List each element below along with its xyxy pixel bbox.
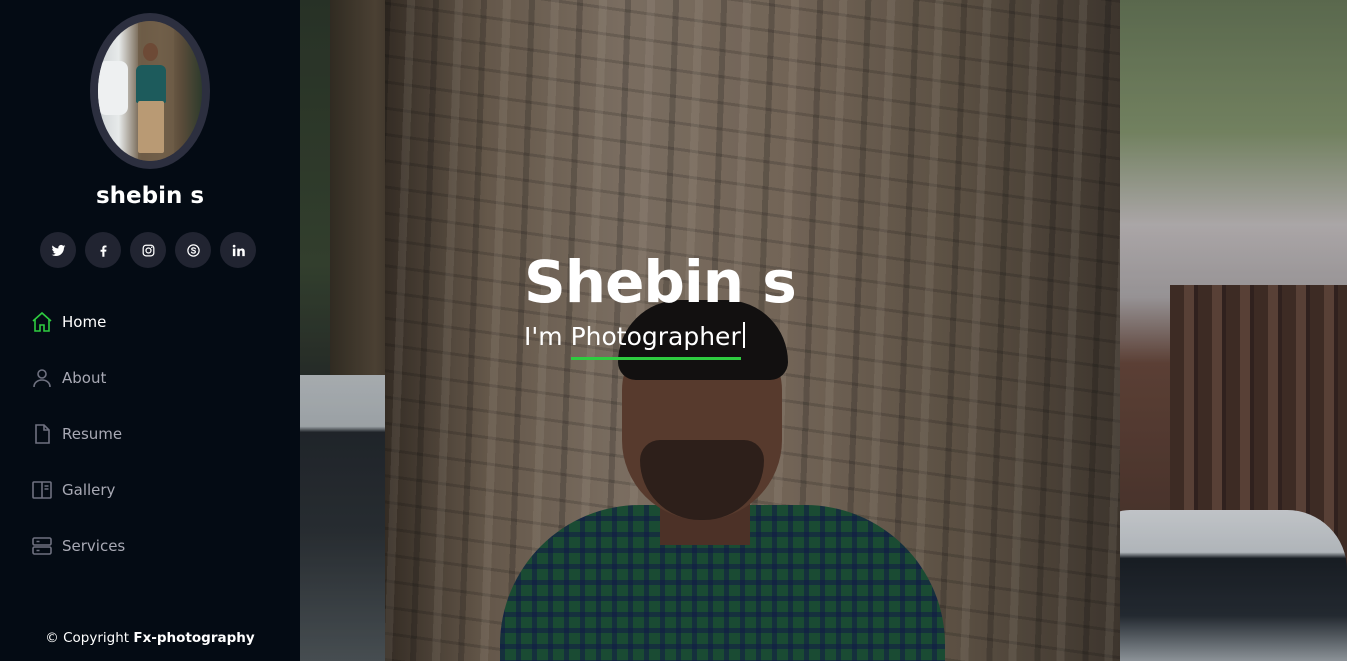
hero-text: Shebin s I'm Photographer (524, 246, 797, 360)
twitter-link[interactable] (40, 232, 76, 268)
hero-overlay (300, 0, 1347, 661)
hero-title: Shebin s (524, 248, 797, 316)
nav-item-services[interactable]: Services (30, 530, 270, 562)
linkedin-icon (232, 244, 245, 256)
hero-typed-text: Photographer (570, 320, 741, 360)
file-icon (35, 424, 50, 444)
copyright-prefix: © Copyright (45, 630, 130, 646)
nav-item-home[interactable]: Home (30, 306, 270, 338)
gallery-icon (32, 481, 52, 499)
skype-icon (186, 243, 200, 257)
facebook-icon (100, 245, 106, 257)
nav-item-label: Home (62, 313, 107, 331)
instagram-icon (142, 244, 154, 256)
nav-item-resume[interactable]: Resume (30, 418, 270, 450)
copyright-brand: Fx-photography (133, 630, 255, 646)
nav-item-label: Resume (62, 425, 123, 443)
person-icon (33, 369, 51, 388)
server-icon (32, 537, 52, 555)
profile-avatar-frame (90, 13, 210, 169)
hero-section: Shebin s I'm Photographer (300, 0, 1347, 661)
nav-item-label: About (62, 369, 107, 387)
instagram-link[interactable] (130, 232, 166, 268)
nav-item-gallery[interactable]: Gallery (30, 474, 270, 506)
hero-subtitle: I'm Photographer (524, 320, 745, 360)
skype-link[interactable] (175, 232, 211, 268)
profile-name: shebin s (95, 183, 205, 209)
copyright: © Copyright Fx-photography (0, 630, 300, 646)
profile-avatar (98, 21, 202, 161)
nav-item-about[interactable]: About (30, 362, 270, 394)
home-icon (32, 311, 52, 332)
nav-item-label: Gallery (62, 481, 116, 499)
social-links (40, 232, 256, 268)
twitter-icon (51, 244, 65, 256)
hero-subtitle-prefix: I'm (524, 322, 563, 351)
typing-cursor (742, 322, 745, 348)
sidebar: shebin s Home About Resume Gallery Servi… (0, 0, 300, 661)
linkedin-link[interactable] (220, 232, 256, 268)
main-nav: Home About Resume Gallery Services (30, 306, 270, 586)
nav-item-label: Services (62, 537, 126, 555)
facebook-link[interactable] (85, 232, 121, 268)
